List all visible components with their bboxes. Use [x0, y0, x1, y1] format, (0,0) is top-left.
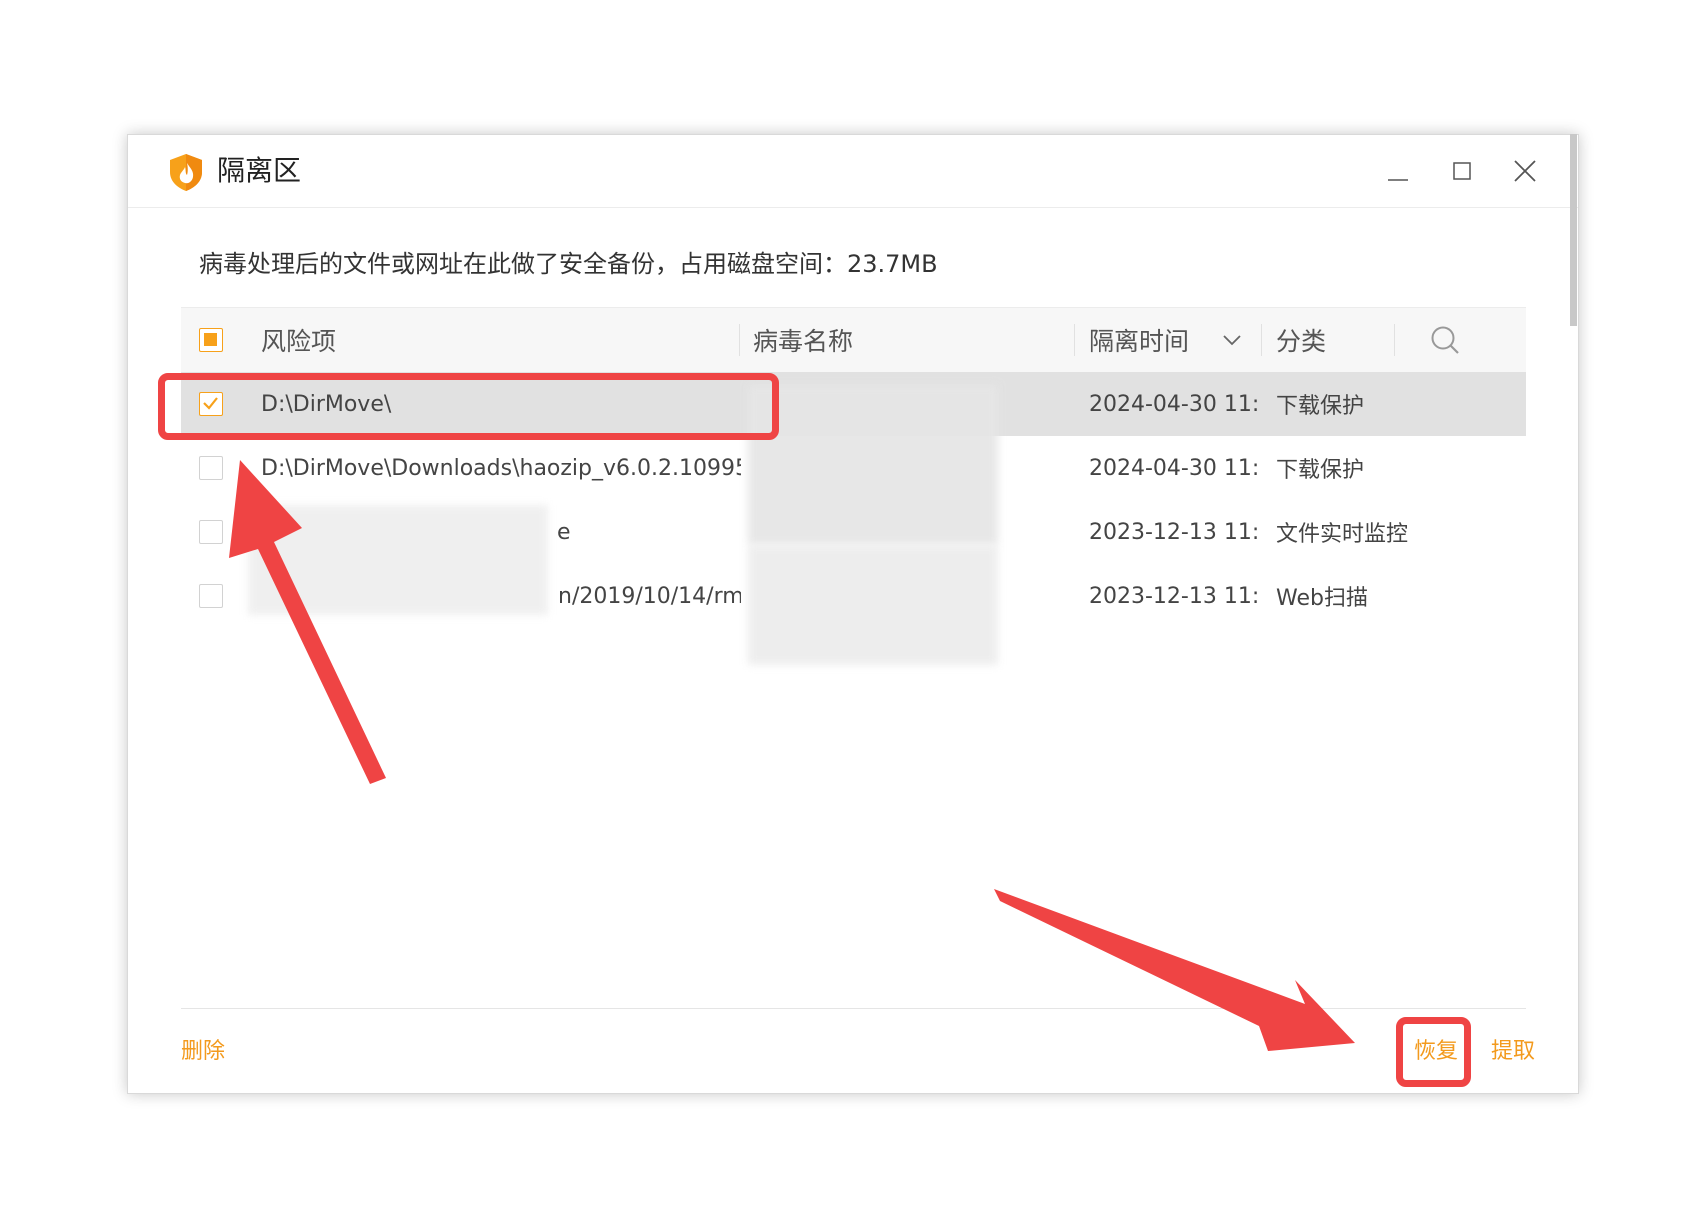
- annotation-box-restore: [1396, 1017, 1471, 1087]
- sort-toggle[interactable]: [1221, 308, 1243, 372]
- minimize-button[interactable]: [1376, 149, 1420, 193]
- search-button[interactable]: [1429, 308, 1461, 372]
- isolation-time: 2023-12-13 11:03: [1089, 519, 1257, 545]
- risk-item-path: n/2019/10/14/rm: [558, 583, 741, 609]
- redacted-virus-name: [748, 385, 998, 545]
- column-risk-item[interactable]: 风险项: [261, 308, 336, 372]
- column-virus-name[interactable]: 病毒名称: [753, 308, 853, 372]
- close-icon: [1514, 160, 1536, 182]
- delete-button[interactable]: 删除: [181, 1035, 225, 1069]
- disk-usage-info: 病毒处理后的文件或网址在此做了安全备份，占用磁盘空间：23.7MB: [199, 250, 938, 278]
- column-isolation-time[interactable]: 隔离时间: [1089, 308, 1189, 372]
- redacted-risk-path: [248, 505, 548, 615]
- category: Web扫描: [1276, 586, 1368, 611]
- table-header: 风险项 病毒名称 隔离时间 分类: [181, 307, 1526, 372]
- column-category[interactable]: 分类: [1276, 308, 1326, 372]
- column-divider[interactable]: [1394, 324, 1395, 356]
- scrollbar[interactable]: [1570, 134, 1577, 326]
- annotation-box-selected-row: [158, 373, 779, 440]
- risk-item-path: e: [557, 519, 571, 545]
- maximize-button[interactable]: [1440, 149, 1484, 193]
- chevron-down-icon: [1223, 335, 1241, 346]
- row-checkbox[interactable]: [199, 520, 223, 544]
- row-checkbox[interactable]: [199, 584, 223, 608]
- isolation-time: 2024-04-30 11:45: [1089, 455, 1257, 481]
- column-divider[interactable]: [1074, 324, 1075, 356]
- extract-button[interactable]: 提取: [1491, 1035, 1535, 1069]
- category: 文件实时监控: [1276, 522, 1409, 547]
- title-bar: 隔离区: [128, 135, 1578, 208]
- column-divider[interactable]: [739, 324, 740, 356]
- shield-flame-icon: [170, 154, 202, 191]
- isolation-time: 2023-12-13 11:02: [1089, 583, 1257, 609]
- category: 下载保护: [1276, 394, 1365, 419]
- select-all-checkbox[interactable]: [199, 328, 223, 352]
- screenshot-stage: 隔离区 病毒处理后的文件或网址在此做了安全备份，占用磁盘空间：23.7MB 风险…: [0, 0, 1700, 1225]
- footer-divider: [181, 1008, 1526, 1009]
- row-checkbox[interactable]: [199, 456, 223, 480]
- window-title: 隔离区: [217, 154, 302, 187]
- column-divider[interactable]: [1261, 324, 1262, 356]
- category: 下载保护: [1276, 458, 1365, 483]
- redacted-virus-name: [748, 545, 998, 665]
- close-button[interactable]: [1503, 149, 1547, 193]
- maximize-icon: [1453, 162, 1471, 180]
- risk-item-path: D:\DirMove\Downloads\haozip_v6.0.2.10995…: [261, 455, 741, 481]
- quarantine-window: 隔离区 病毒处理后的文件或网址在此做了安全备份，占用磁盘空间：23.7MB 风险…: [127, 134, 1579, 1094]
- minimize-icon: [1388, 179, 1408, 181]
- search-icon: [1431, 326, 1459, 354]
- isolation-time: 2024-04-30 11:46: [1089, 391, 1257, 417]
